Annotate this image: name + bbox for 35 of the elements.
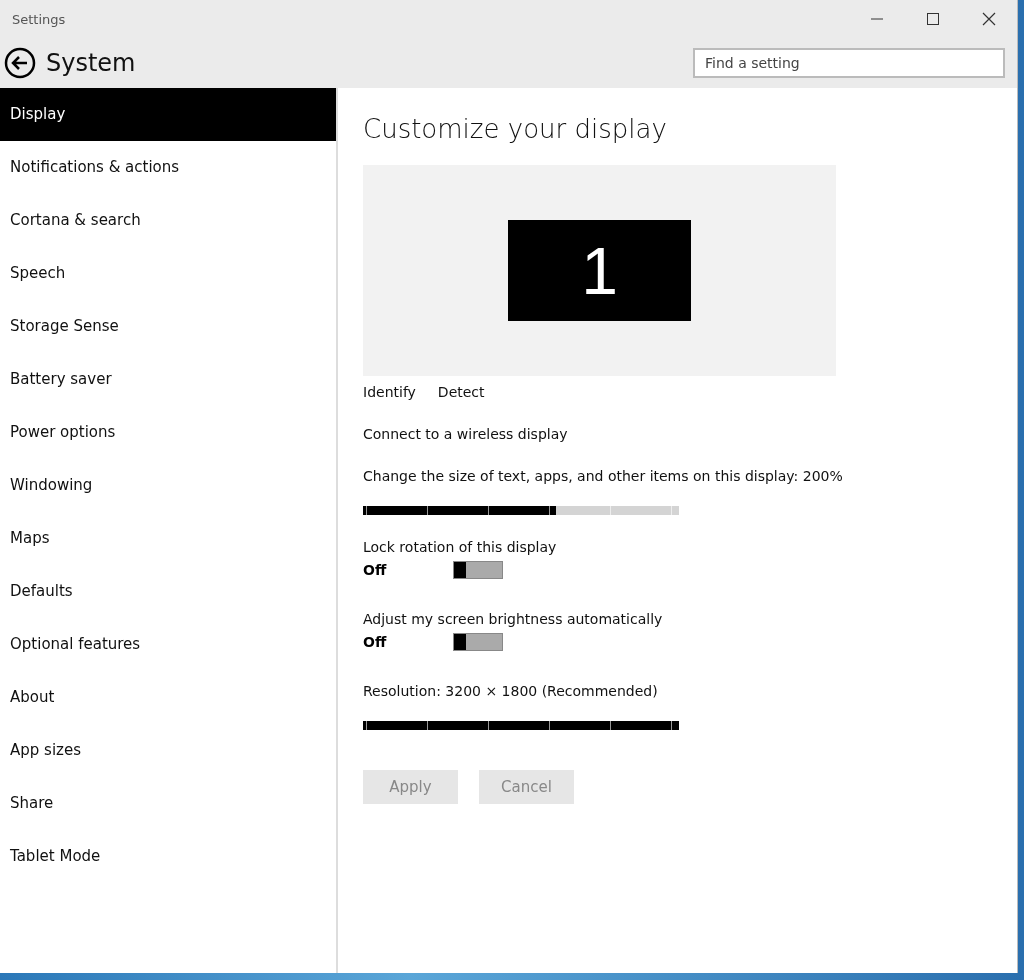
setting-label: Lock rotation of this display <box>363 538 557 557</box>
setting-label: Adjust my screen brightness automatically <box>363 610 663 629</box>
sidebar-item[interactable]: Display <box>0 88 336 141</box>
sidebar-item[interactable]: Maps <box>0 512 336 565</box>
sidebar-item[interactable]: Cortana & search <box>0 194 336 247</box>
maximize-icon <box>926 12 940 26</box>
toggle-switch[interactable] <box>453 561 503 579</box>
setting-label: Resolution: 3200 × 1800 (Recommended) <box>363 682 659 701</box>
sidebar-item[interactable]: Notifications & actions <box>0 141 336 194</box>
section-heading: Customize your display <box>363 114 667 146</box>
page-title: System <box>46 49 136 77</box>
sidebar-item[interactable]: Storage Sense <box>0 300 336 353</box>
link[interactable]: Identify <box>363 382 416 402</box>
setting-label: Change the size of text, apps, and other items on this display: 200% <box>363 467 843 486</box>
link[interactable]: Connect to a wireless display <box>363 424 568 444</box>
back-icon[interactable] <box>4 47 36 79</box>
sidebar-item[interactable]: Power options <box>0 406 336 459</box>
search-field[interactable]: Find a setting <box>693 48 1005 78</box>
toggle-switch[interactable] <box>453 633 503 651</box>
sidebar-item[interactable]: Share <box>0 777 336 830</box>
sidebar-item[interactable]: Tablet Mode <box>0 830 336 883</box>
sidebar-item[interactable]: About <box>0 671 336 724</box>
window-title: Settings <box>11 11 66 27</box>
monitor-tile[interactable]: 1 <box>508 220 691 321</box>
close-icon <box>982 12 996 26</box>
toggle-state: Off <box>363 634 388 650</box>
sidebar-item[interactable]: Defaults <box>0 565 336 618</box>
link[interactable]: Detect <box>437 382 485 402</box>
sidebar-item[interactable]: App sizes <box>0 724 336 777</box>
sidebar-item[interactable]: Battery saver <box>0 353 336 406</box>
sidebar-item[interactable]: Windowing <box>0 459 336 512</box>
sidebar-item[interactable]: Speech <box>0 247 336 300</box>
sidebar-item[interactable]: Optional features <box>0 618 336 671</box>
toggle-state: Off <box>363 562 388 578</box>
slider-track[interactable] <box>363 506 679 515</box>
